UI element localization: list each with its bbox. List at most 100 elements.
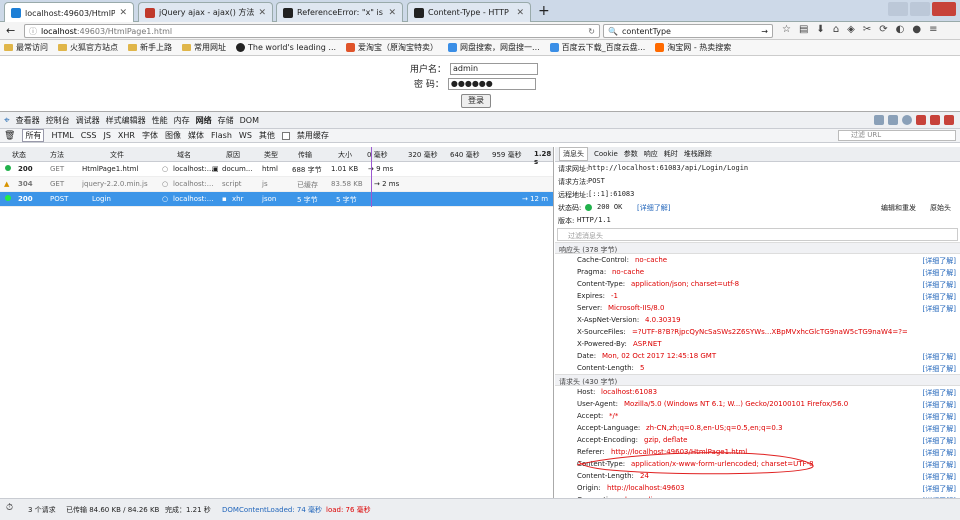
bookmark-baidu-cloud[interactable]: 百度云下载_百度云盘... — [549, 42, 645, 53]
close-window-icon[interactable] — [932, 2, 956, 16]
minimize-devtools-icon[interactable] — [916, 115, 926, 125]
bookmark-star-icon[interactable]: ☆ — [782, 24, 791, 35]
bookmark-firefox-site[interactable]: 火狐官方站点 — [58, 42, 118, 53]
browser-tab-jquery[interactable]: jQuery ajax - ajax() 方法 ✕ — [138, 2, 273, 22]
bookmark-github[interactable]: The world's leading ... — [236, 43, 336, 52]
filter-media[interactable]: 媒体 — [188, 130, 204, 141]
library-icon[interactable]: ▤ — [799, 24, 808, 35]
extension-icon[interactable]: ◐ — [896, 24, 905, 35]
filter-fonts[interactable]: 字体 — [142, 130, 158, 141]
close-icon[interactable]: ✕ — [388, 8, 396, 18]
request-row[interactable]: 200 GET HtmlPage1.html ○ localhost:... ▣… — [0, 162, 553, 177]
menu-icon[interactable]: ≡ — [929, 24, 937, 35]
col-status[interactable]: 状态 — [12, 150, 26, 160]
learn-more-link[interactable]: [详细了解] — [923, 304, 956, 314]
tab-params[interactable]: 参数 — [624, 149, 638, 159]
split-console-icon[interactable] — [888, 115, 898, 125]
request-headers-section[interactable]: 请求头 (430 字节) — [555, 374, 960, 386]
response-headers-section[interactable]: 响应头 (378 字节) — [555, 242, 960, 254]
filter-xhr[interactable]: XHR — [118, 131, 135, 140]
search-box[interactable]: 🔍 contentType → — [603, 24, 773, 38]
close-icon[interactable]: ✕ — [258, 8, 266, 18]
learn-more-link[interactable]: [详细了解] — [923, 460, 956, 470]
tab-debugger[interactable]: 调试器 — [76, 115, 100, 126]
inspector-pick-icon[interactable]: ⌖ — [4, 115, 10, 126]
bookmark-pan-search[interactable]: 网盘搜索，网盘搜一... — [448, 42, 540, 53]
filter-headers-input[interactable]: 过滤消息头 — [557, 228, 958, 241]
learn-more-link[interactable]: [详细了解] — [923, 472, 956, 482]
screenshot-icon[interactable]: ✂ — [863, 24, 871, 35]
filter-ws[interactable]: WS — [239, 131, 252, 140]
tab-stack-trace[interactable]: 堆栈跟踪 — [684, 149, 712, 159]
request-row[interactable]: ▲ 304 GET jquery-2.2.0.min.js ○ localhos… — [0, 177, 553, 192]
search-go-icon[interactable]: → — [761, 27, 768, 36]
raw-headers-button[interactable]: 原始头 — [930, 203, 951, 213]
close-devtools-icon[interactable] — [944, 115, 954, 125]
login-button[interactable]: 登录 — [461, 94, 491, 108]
tab-network[interactable]: 网络 — [196, 115, 212, 126]
bookmark-taobao-search[interactable]: 淘宝网 - 热卖搜索 — [655, 42, 731, 53]
request-row-selected[interactable]: 200 POST Login ○ localhost:... ▪ xhr jso… — [0, 192, 553, 207]
bookmark-getting-started[interactable]: 新手上路 — [128, 42, 172, 53]
learn-more-link[interactable]: [详细了解] — [923, 400, 956, 410]
col-file[interactable]: 文件 — [110, 150, 124, 160]
url-bar[interactable]: ⓘ localhost:49603/HtmlPage1.html ↻ — [24, 24, 600, 38]
filter-all[interactable]: 所有 — [22, 129, 45, 142]
learn-more-link[interactable]: [详细了解] — [923, 352, 956, 362]
learn-more-link[interactable]: [详细了解] — [923, 484, 956, 494]
learn-more-link[interactable]: [详细了解] — [923, 436, 956, 446]
tab-console[interactable]: 控制台 — [46, 115, 70, 126]
learn-more-link[interactable]: [详细了解] — [923, 412, 956, 422]
maximize-icon[interactable] — [910, 2, 930, 16]
browser-tab-referenceerror[interactable]: ReferenceError: "x" is not d ✕ — [276, 2, 403, 22]
filter-js[interactable]: JS — [103, 131, 110, 140]
performance-icon[interactable]: ⏱ — [6, 503, 13, 513]
search-input[interactable]: contentType — [622, 27, 671, 36]
col-method[interactable]: 方法 — [50, 150, 64, 160]
trash-icon[interactable]: 🗑 — [4, 131, 15, 141]
password-input[interactable]: ●●●●●● — [447, 77, 536, 90]
reload-icon[interactable]: ↻ — [588, 27, 595, 36]
home-icon[interactable]: ⌂ — [833, 24, 839, 35]
new-tab-plus-icon[interactable]: + — [538, 3, 550, 19]
tab-dom[interactable]: DOM — [240, 116, 259, 125]
restore-devtools-icon[interactable] — [930, 115, 940, 125]
bookmark-common-sites[interactable]: 常用网址 — [182, 42, 226, 53]
username-input[interactable]: admin — [450, 62, 539, 75]
bookmark-aitaobao[interactable]: 爱淘宝（原淘宝特卖） — [346, 42, 438, 53]
sync-icon[interactable]: ⟳ — [879, 24, 887, 35]
pocket-icon[interactable]: ◈ — [847, 24, 855, 35]
filter-url-input[interactable]: 过滤 URL — [838, 130, 956, 141]
tab-style-editor[interactable]: 样式编辑器 — [106, 115, 146, 126]
tab-timings[interactable]: 耗时 — [664, 149, 678, 159]
learn-more-link[interactable]: [详细了解] — [923, 448, 956, 458]
col-type[interactable]: 类型 — [264, 150, 278, 160]
browser-tab-content-type[interactable]: Content-Type - HTTP | MD ✕ — [407, 2, 531, 22]
tab-storage[interactable]: 存储 — [218, 115, 234, 126]
learn-more-link[interactable]: [详细了解] — [923, 364, 956, 374]
status-learn-more-link[interactable]: [详细了解] — [637, 203, 670, 213]
dock-icon[interactable] — [874, 115, 884, 125]
tab-memory[interactable]: 内存 — [174, 115, 190, 126]
filter-images[interactable]: 图像 — [165, 130, 181, 141]
bookmark-most-visited[interactable]: 最常访问 — [4, 42, 48, 53]
info-icon[interactable]: ⓘ — [29, 26, 37, 37]
back-arrow-icon[interactable]: ← — [6, 24, 15, 37]
tab-performance[interactable]: 性能 — [152, 115, 168, 126]
close-icon[interactable]: ✕ — [516, 8, 524, 18]
col-transfer[interactable]: 传输 — [298, 150, 312, 160]
learn-more-link[interactable]: [详细了解] — [923, 268, 956, 278]
tab-cookies[interactable]: Cookie — [594, 150, 618, 158]
filter-css[interactable]: CSS — [81, 131, 97, 140]
learn-more-link[interactable]: [详细了解] — [923, 256, 956, 266]
tab-inspector[interactable]: 查看器 — [16, 115, 40, 126]
download-icon[interactable]: ⬇ — [816, 24, 824, 35]
learn-more-link[interactable]: [详细了解] — [923, 280, 956, 290]
minimize-icon[interactable] — [888, 2, 908, 16]
learn-more-link[interactable]: [详细了解] — [923, 424, 956, 434]
learn-more-link[interactable]: [详细了解] — [923, 292, 956, 302]
col-domain[interactable]: 域名 — [177, 150, 191, 160]
col-size[interactable]: 大小 — [338, 150, 352, 160]
close-icon[interactable]: ✕ — [119, 8, 127, 18]
filter-flash[interactable]: Flash — [211, 131, 232, 140]
